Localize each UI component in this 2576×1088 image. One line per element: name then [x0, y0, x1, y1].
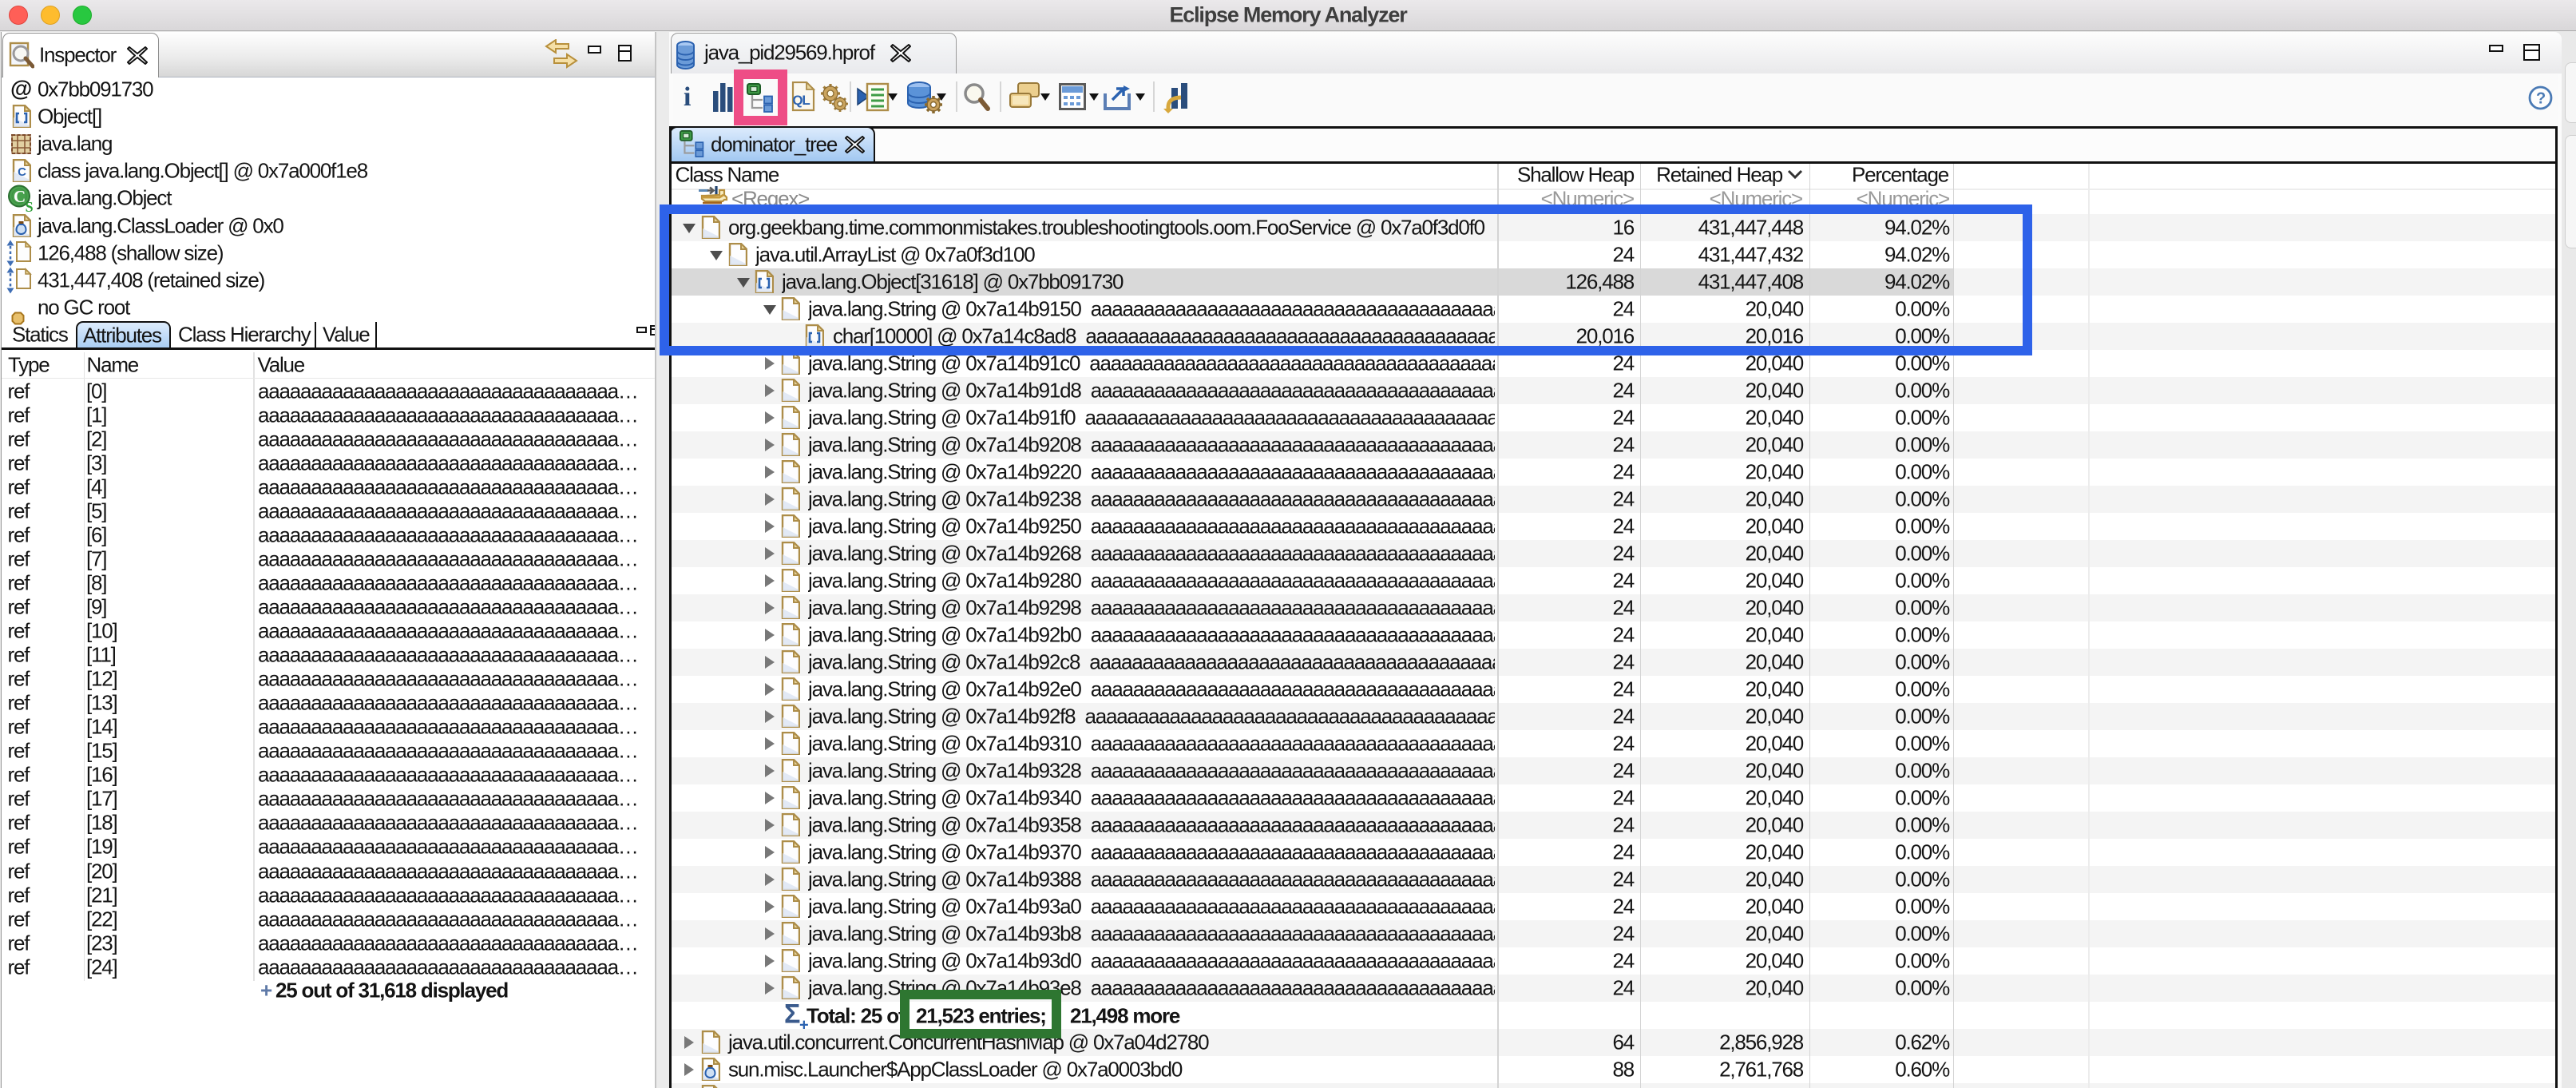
- svg-text:C: C: [18, 165, 26, 179]
- svg-text:C: C: [14, 187, 25, 206]
- svg-text:S: S: [26, 199, 34, 213]
- svg-text:?: ?: [2536, 90, 2546, 108]
- svg-text:QL: QL: [792, 93, 810, 108]
